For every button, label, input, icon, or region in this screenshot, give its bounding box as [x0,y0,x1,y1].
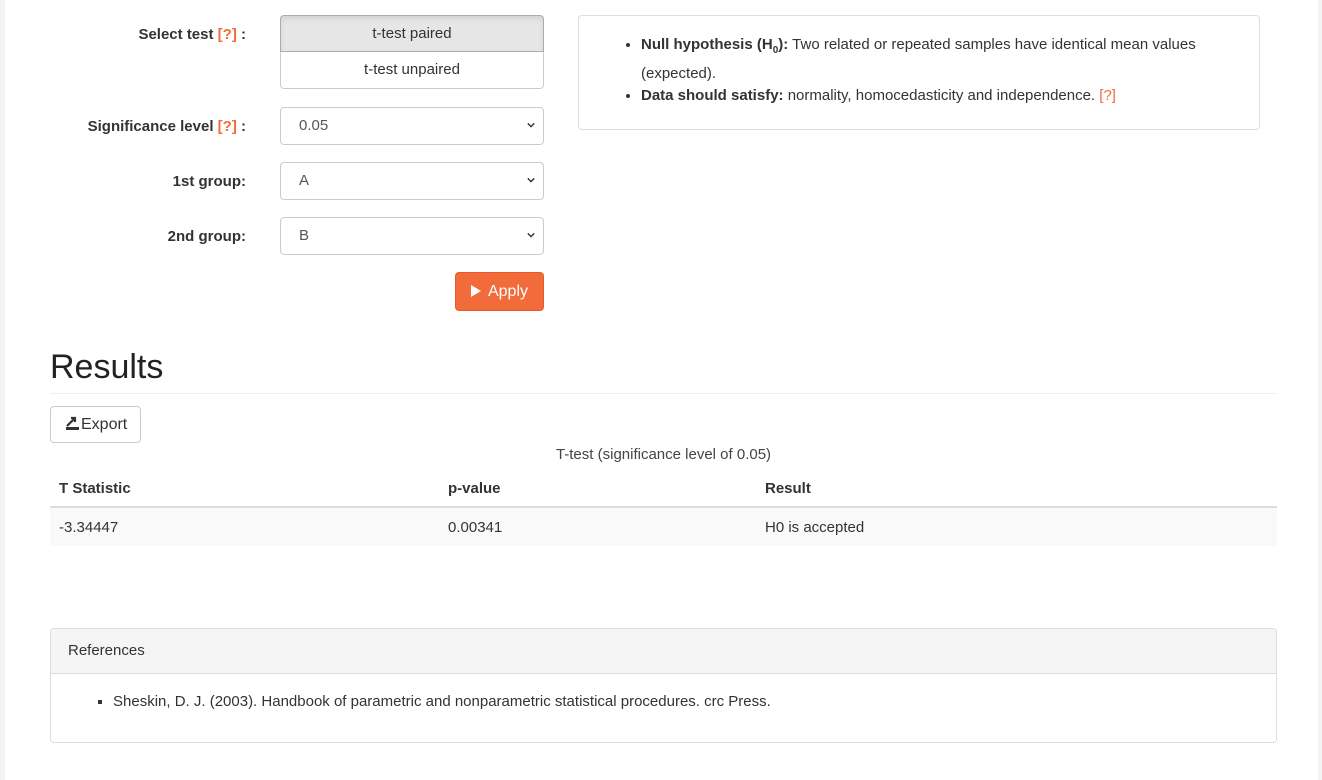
results-table: T Statistic p-value Result -3.34447 0.00… [50,471,1277,546]
select-test-help-link[interactable]: [?] [218,26,237,43]
null-hypothesis-item: Null hypothesis (H0): Two related or rep… [641,34,1239,85]
null-hyp-close: ): [778,36,789,53]
left-page-edge [0,0,5,780]
export-label: Export [81,416,128,433]
export-icon [66,416,79,430]
data-requirements-help-link[interactable]: [?] [1099,87,1116,104]
test-type-toggle: t-test paired t-test unpaired [280,15,544,89]
references-list: Sheskin, D. J. (2003). Handbook of param… [51,674,1276,710]
right-page-edge [1318,0,1322,780]
result-cell: H0 is accepted [756,507,1277,546]
export-button[interactable]: Export [50,406,141,443]
group1-label: 1st group: [172,173,246,190]
chevron-down-icon [527,232,535,238]
chevron-down-icon [527,122,535,128]
table-row: -3.34447 0.00341 H0 is accepted [50,507,1277,546]
results-divider [50,393,1277,394]
reference-item: Sheskin, D. J. (2003). Handbook of param… [113,693,1276,710]
column-header: p-value [439,471,756,508]
play-icon [470,285,481,297]
test-info-list: Null hypothesis (H0): Two related or rep… [579,16,1259,108]
column-header: Result [756,471,1277,508]
label-colon: : [241,26,246,43]
apply-label: Apply [487,283,529,300]
group1-value: A [299,172,310,189]
group2-label: 2nd group: [167,228,246,245]
results-title: Results [50,348,164,386]
data-requirements-label: Data should satisfy: [641,87,784,104]
significance-select[interactable]: 0.05 [280,107,544,145]
test-option-paired[interactable]: t-test paired [280,15,544,52]
chevron-down-icon [527,177,535,183]
significance-help-link[interactable]: [?] [218,118,237,135]
significance-label: Significance level [?] : [88,118,246,135]
references-panel: References Sheskin, D. J. (2003). Handbo… [50,628,1277,743]
significance-label-text: Significance level [87,118,214,135]
apply-button[interactable]: Apply [455,272,544,311]
p-value-cell: 0.00341 [439,507,756,546]
select-test-label-text: Select test [138,26,214,43]
label-colon: : [241,118,246,135]
references-body: Sheskin, D. J. (2003). Handbook of param… [51,674,1276,710]
group2-select[interactable]: B [280,217,544,255]
group1-select[interactable]: A [280,162,544,200]
group2-value: B [299,227,310,244]
null-hyp-label-text: Null hypothesis (H [641,36,773,53]
test-option-unpaired[interactable]: t-test unpaired [280,52,544,89]
table-header-row: T Statistic p-value Result [50,471,1277,508]
null-hypothesis-label: Null hypothesis (H0): [641,36,789,56]
column-header: T Statistic [50,471,439,508]
data-requirements-text: normality, homocedasticity and independe… [783,87,1100,104]
test-info-panel: Null hypothesis (H0): Two related or rep… [578,15,1260,130]
significance-value: 0.05 [299,117,329,134]
references-heading: References [51,629,1276,674]
t-statistic-cell: -3.34447 [50,507,439,546]
results-caption: T-test (significance level of 0.05) [555,446,772,463]
data-requirements-item: Data should satisfy: normality, homoceda… [641,85,1239,108]
select-test-label: Select test [?] : [138,26,246,43]
